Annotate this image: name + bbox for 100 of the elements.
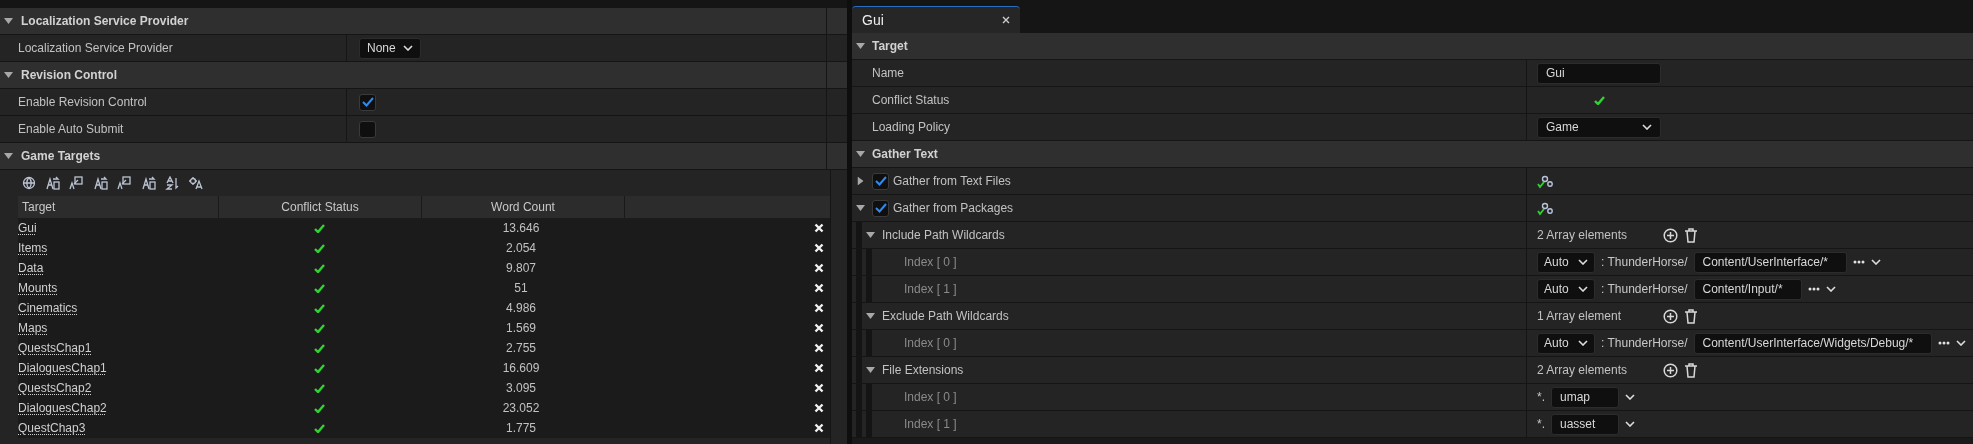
property-label: Include Path Wildcards — [882, 228, 1005, 242]
index-label: Index [ 1 ] — [903, 282, 957, 296]
extension-prefix: *. — [1537, 390, 1545, 404]
target-link[interactable]: Maps — [18, 321, 48, 335]
more-icon[interactable] — [1938, 341, 1951, 345]
property-label: Gather from Text Files — [893, 174, 1011, 188]
gear-check-icon — [1537, 173, 1554, 189]
target-link[interactable]: QuestChap3 — [18, 421, 86, 435]
more-icon[interactable] — [1852, 260, 1865, 264]
section-title: Localization Service Provider — [21, 14, 189, 28]
target-link[interactable]: QuestsChap2 — [18, 381, 92, 395]
chevron-down-icon — [1956, 340, 1967, 346]
word-count: 9.807 — [506, 261, 536, 275]
text-field[interactable]: uasset — [1551, 413, 1619, 435]
target-link[interactable]: Mounts — [18, 281, 58, 295]
dropdown[interactable]: Auto — [1537, 278, 1595, 300]
word-count: 3.095 — [506, 381, 536, 395]
expand-arrow-icon[interactable] — [866, 313, 875, 319]
checkbox[interactable] — [872, 172, 889, 190]
chevron-down-icon — [1825, 286, 1836, 292]
trash-icon[interactable] — [1684, 227, 1698, 243]
checkbox[interactable] — [359, 120, 376, 138]
chevron-down-icon — [1870, 259, 1881, 265]
property-label: Enable Auto Submit — [18, 122, 124, 136]
expand-arrow-icon[interactable] — [856, 43, 865, 49]
word-count: 1.775 — [506, 421, 536, 435]
property-label: Conflict Status — [872, 93, 950, 107]
path-prefix: : ThunderHorse/ — [1601, 336, 1688, 350]
array-count: 2 Array elements — [1537, 363, 1629, 377]
target-link[interactable]: DialoguesChap2 — [18, 401, 107, 415]
word-count: 1.569 — [506, 321, 536, 335]
word-count: 23.052 — [502, 401, 540, 415]
word-count: 51 — [514, 281, 528, 295]
dropdown[interactable]: None — [359, 37, 421, 59]
document-arrow-icon[interactable] — [141, 176, 156, 190]
property-label: File Extensions — [882, 363, 964, 377]
document-arrow-icon[interactable] — [45, 176, 60, 190]
word-count: 4.986 — [506, 301, 536, 315]
word-count: 13.646 — [502, 221, 540, 235]
word-count: 2.755 — [506, 341, 536, 355]
add-icon[interactable] — [1663, 362, 1678, 378]
target-link[interactable]: DialoguesChap1 — [18, 361, 107, 375]
add-icon[interactable] — [1663, 227, 1678, 243]
expand-arrow-icon[interactable] — [4, 153, 13, 159]
more-icon[interactable] — [1807, 287, 1820, 291]
trash-icon[interactable] — [1684, 308, 1698, 324]
text-field[interactable]: umap — [1551, 386, 1619, 408]
array-count: 1 Array element — [1537, 309, 1623, 323]
property-label: Gather from Packages — [893, 201, 1014, 215]
document-arrow-icon[interactable] — [117, 176, 132, 190]
chevron-down-icon — [1578, 286, 1588, 292]
index-label: Index [ 0 ] — [903, 390, 957, 404]
index-label: Index [ 0 ] — [903, 336, 957, 350]
extension-prefix: *. — [1537, 417, 1545, 431]
checkbox[interactable] — [872, 199, 889, 217]
expand-arrow-icon[interactable] — [856, 205, 865, 211]
expand-arrow-icon[interactable] — [4, 18, 13, 24]
property-label: Localization Service Provider — [18, 41, 173, 55]
text-field[interactable]: Gui — [1537, 62, 1661, 84]
chevron-down-icon — [1625, 421, 1635, 427]
text-field[interactable]: Content/Input/* — [1693, 278, 1802, 300]
sort-icon[interactable] — [165, 176, 179, 190]
target-link[interactable]: Data — [18, 261, 44, 275]
document-tab[interactable]: Gui — [852, 6, 1020, 33]
target-link[interactable]: Items — [18, 241, 48, 255]
index-label: Index [ 1 ] — [903, 417, 957, 431]
globe-icon[interactable] — [22, 176, 36, 190]
trash-icon[interactable] — [1684, 362, 1698, 378]
close-icon[interactable] — [1002, 16, 1010, 24]
add-icon[interactable] — [1663, 308, 1678, 324]
dropdown[interactable]: Game — [1537, 116, 1661, 138]
checkbox[interactable] — [359, 93, 376, 111]
chevron-down-icon — [402, 45, 413, 51]
document-arrow-icon[interactable] — [93, 176, 108, 190]
target-link[interactable]: QuestsChap1 — [18, 341, 92, 355]
expand-arrow-icon[interactable] — [866, 367, 875, 373]
dropdown[interactable]: Auto — [1537, 251, 1595, 273]
gear-check-icon — [1537, 200, 1554, 216]
section-title: Revision Control — [21, 68, 117, 82]
property-label: Name — [872, 66, 904, 80]
expand-arrow-icon[interactable] — [856, 151, 865, 157]
document-arrow-icon[interactable] — [69, 176, 84, 190]
expand-arrow-icon[interactable] — [857, 176, 864, 186]
chevron-down-icon — [1642, 124, 1652, 130]
text-field[interactable]: Content/UserInterface/* — [1693, 251, 1847, 273]
property-label: Exclude Path Wildcards — [882, 309, 1009, 323]
word-count: 16.609 — [502, 361, 540, 375]
array-count: 2 Array elements — [1537, 228, 1629, 242]
chevron-down-icon — [1625, 394, 1635, 400]
expand-arrow-icon[interactable] — [4, 72, 13, 78]
chevron-down-icon — [1578, 340, 1588, 346]
category-title: Target — [872, 39, 908, 53]
target-link[interactable]: Gui — [18, 221, 37, 235]
path-prefix: : ThunderHorse/ — [1601, 255, 1688, 269]
section-title: Game Targets — [21, 149, 101, 163]
text-field[interactable]: Content/UserInterface/Widgets/Debug/* — [1693, 332, 1933, 354]
expand-arrow-icon[interactable] — [866, 232, 875, 238]
dropdown[interactable]: Auto — [1537, 332, 1595, 354]
target-link[interactable]: Cinematics — [18, 301, 78, 315]
word-count: 2.054 — [506, 241, 536, 255]
